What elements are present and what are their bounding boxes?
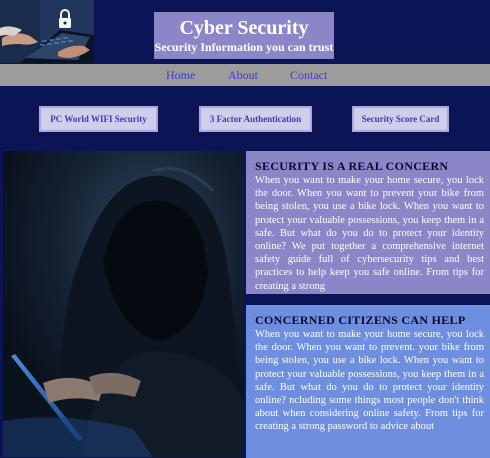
security-concern-section: SECURITY IS A REAL CONCERN When you want…: [246, 151, 490, 294]
main-nav: Home About Contact: [0, 64, 490, 86]
section-heading: SECURITY IS A REAL CONCERN: [255, 159, 449, 173]
wifi-security-button[interactable]: PC World WIFI Security: [39, 106, 158, 132]
nav-link-about[interactable]: About: [228, 68, 258, 82]
section-body: When you want to make your home secure, …: [255, 329, 484, 433]
nav-link-home[interactable]: Home: [166, 68, 195, 82]
security-score-card-button[interactable]: Security Score Card: [352, 106, 449, 132]
concerned-citizens-section: CONCERNED CITIZENS CAN HELP When you wan…: [246, 305, 490, 458]
three-factor-auth-button[interactable]: 3 Factor Authentication: [199, 106, 312, 132]
laptop-lock-illustration: [0, 0, 94, 63]
header-laptop-lock-image: [0, 0, 94, 63]
site-title: Cyber Security: [179, 17, 309, 39]
hacker-illustration: [3, 151, 244, 457]
site-header: Cyber Security Security Information you …: [0, 0, 490, 64]
site-title-box: Cyber Security Security Information you …: [154, 12, 334, 59]
nav-link-contact[interactable]: Contact: [290, 68, 327, 82]
section-heading: CONCERNED CITIZENS CAN HELP: [255, 313, 466, 327]
hooded-hacker-image: [3, 151, 244, 457]
site-subtitle: Security Information you can trust: [154, 40, 334, 54]
section-body: When you want to make your home secure, …: [255, 175, 484, 292]
